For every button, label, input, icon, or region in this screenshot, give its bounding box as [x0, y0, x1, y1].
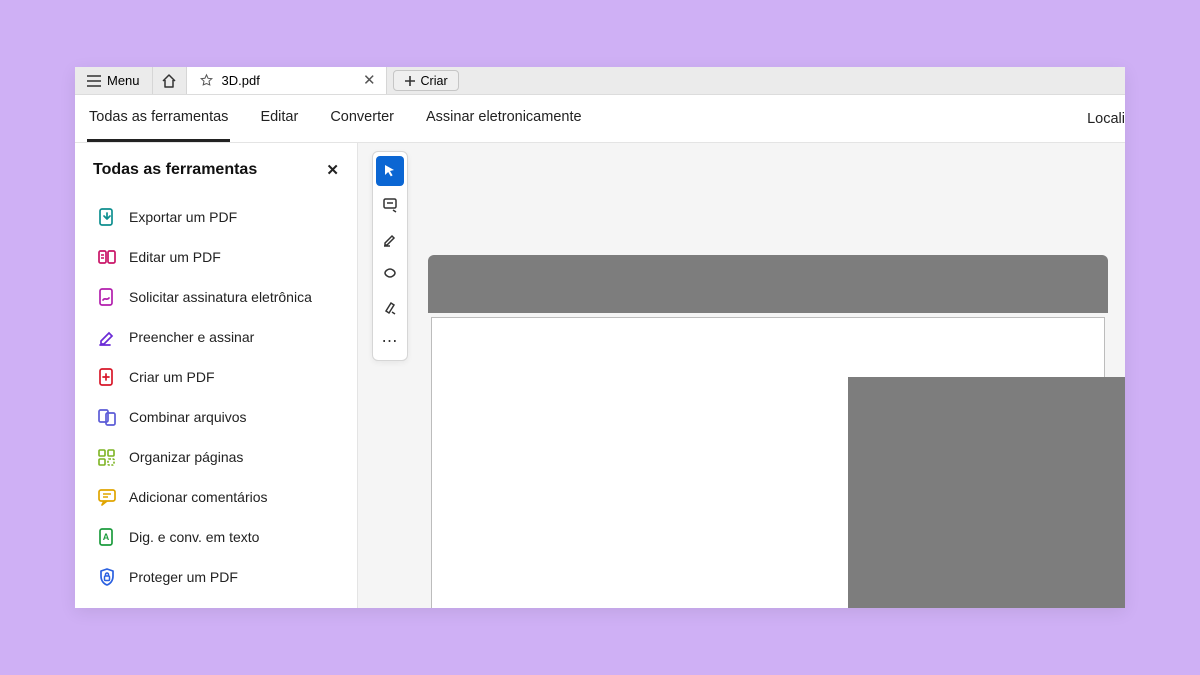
selection-tool-button[interactable]: [376, 156, 404, 186]
note-tool-button[interactable]: [376, 190, 404, 220]
combine-icon: [97, 407, 117, 427]
request-signature-icon: [97, 287, 117, 307]
menu-button[interactable]: Menu: [75, 67, 153, 94]
export-pdf-icon: [97, 207, 117, 227]
tool-label: Editar um PDF: [129, 249, 221, 265]
pencil-icon: [382, 231, 398, 247]
tool-label: Preencher e assinar: [129, 329, 254, 345]
cursor-icon: [382, 163, 398, 179]
tool-item-export-pdf[interactable]: Exportar um PDF: [93, 197, 347, 237]
eraser-tool-button[interactable]: [376, 258, 404, 288]
tool-label: Exportar um PDF: [129, 209, 237, 225]
top-toolbar: Todas as ferramentas Editar Converter As…: [75, 95, 1125, 143]
edit-pdf-icon: [97, 247, 117, 267]
tool-item-comment[interactable]: Adicionar comentários: [93, 477, 347, 517]
comment-icon: [97, 487, 117, 507]
tool-item-fill-sign[interactable]: Preencher e assinar: [93, 317, 347, 357]
create-pdf-icon: [97, 367, 117, 387]
content-placeholder-right: [848, 377, 1125, 608]
tab-all-tools[interactable]: Todas as ferramentas: [87, 95, 230, 142]
plus-icon: [404, 75, 416, 87]
sidebar-header: Todas as ferramentas ✕: [93, 161, 347, 179]
sidebar-title: Todas as ferramentas: [93, 161, 257, 179]
document-canvas: ⋯: [358, 143, 1125, 608]
create-button[interactable]: Criar: [393, 70, 459, 91]
tool-label: Organizar páginas: [129, 449, 243, 465]
close-icon: ✕: [363, 72, 376, 89]
tool-item-create-pdf[interactable]: Criar um PDF: [93, 357, 347, 397]
fill-sign-icon: [97, 327, 117, 347]
pen-icon: [382, 299, 398, 315]
hamburger-icon: [87, 75, 101, 87]
tool-label: Adicionar comentários: [129, 489, 268, 505]
tool-label: Proteger um PDF: [129, 569, 238, 585]
document-tab[interactable]: 3D.pdf ✕: [187, 67, 387, 94]
tab-esign[interactable]: Assinar eletronicamente: [424, 95, 584, 142]
document-viewport[interactable]: [428, 255, 1125, 608]
star-icon: [199, 73, 214, 88]
tab-filename: 3D.pdf: [222, 73, 260, 88]
tools-sidebar: Todas as ferramentas ✕ Exportar um PDF Ed…: [75, 143, 358, 608]
tool-item-request-signature[interactable]: Solicitar assinatura eletrônica: [93, 277, 347, 317]
tab-close-button[interactable]: ✕: [363, 73, 376, 88]
tab-convert[interactable]: Converter: [328, 95, 396, 142]
title-bar: Menu 3D.pdf ✕ Criar: [75, 67, 1125, 95]
tool-label: Criar um PDF: [129, 369, 215, 385]
svg-text:A: A: [103, 532, 110, 542]
note-icon: [382, 197, 398, 213]
app-window: Menu 3D.pdf ✕ Criar Todas as ferramentas…: [75, 67, 1125, 608]
main-area: Todas as ferramentas ✕ Exportar um PDF Ed…: [75, 143, 1125, 608]
eraser-icon: [382, 265, 398, 281]
pen-tool-button[interactable]: [376, 292, 404, 322]
menu-label: Menu: [107, 73, 140, 88]
create-label: Criar: [421, 74, 448, 88]
ocr-icon: A: [97, 527, 117, 547]
home-icon: [161, 73, 177, 89]
tool-item-ocr[interactable]: A Dig. e conv. em texto: [93, 517, 347, 557]
toolbar-right-label[interactable]: Locali: [1087, 111, 1125, 127]
more-icon: ⋯: [382, 331, 399, 351]
protect-icon: [97, 567, 117, 587]
floating-toolbar: ⋯: [372, 151, 408, 361]
tool-label: Solicitar assinatura eletrônica: [129, 289, 312, 305]
home-button[interactable]: [153, 67, 187, 94]
tool-label: Dig. e conv. em texto: [129, 529, 259, 545]
close-icon: ✕: [326, 162, 339, 179]
sidebar-close-button[interactable]: ✕: [326, 161, 339, 179]
tab-edit[interactable]: Editar: [258, 95, 300, 142]
tool-item-edit-pdf[interactable]: Editar um PDF: [93, 237, 347, 277]
tool-item-protect[interactable]: Proteger um PDF: [93, 557, 347, 597]
tool-list: Exportar um PDF Editar um PDF Solicitar as…: [93, 197, 347, 597]
highlight-tool-button[interactable]: [376, 224, 404, 254]
tool-label: Combinar arquivos: [129, 409, 247, 425]
more-tools-button[interactable]: ⋯: [376, 326, 404, 356]
content-placeholder-top: [428, 255, 1108, 313]
tool-item-organize[interactable]: Organizar páginas: [93, 437, 347, 477]
organize-icon: [97, 447, 117, 467]
tool-item-combine[interactable]: Combinar arquivos: [93, 397, 347, 437]
